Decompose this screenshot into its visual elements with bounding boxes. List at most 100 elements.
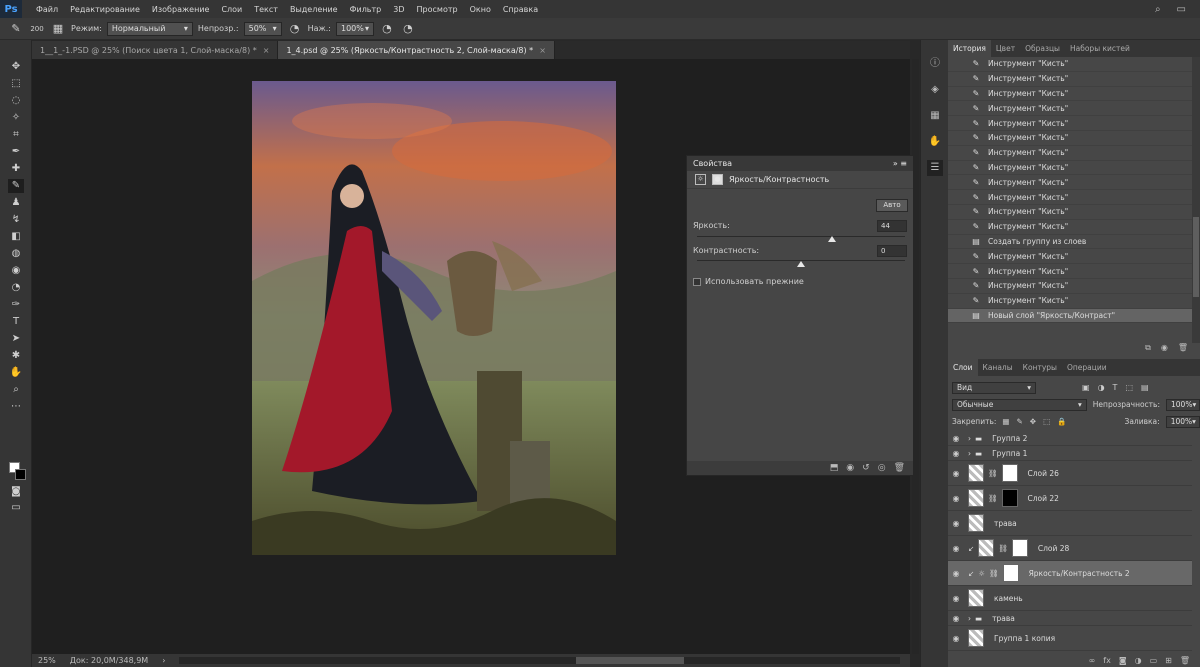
menu-item-10[interactable]: Справка xyxy=(497,5,544,14)
filter-shape-icon[interactable]: ⬚ xyxy=(1125,383,1133,392)
eye-icon[interactable]: ◉ xyxy=(948,569,964,578)
panel-menu-icon[interactable]: » ≡ xyxy=(893,159,907,168)
layer-name[interactable]: Группа 1 копия xyxy=(994,634,1055,643)
chevron-right-icon[interactable]: › xyxy=(968,614,971,623)
history-item[interactable]: ✎ Инструмент "Кисть" xyxy=(948,205,1192,220)
layer-name[interactable]: Слой 26 xyxy=(1028,469,1059,478)
move-tool-icon[interactable]: ✥ xyxy=(8,60,24,74)
history-item[interactable]: ✎ Инструмент "Кисть" xyxy=(948,116,1192,131)
close-icon[interactable]: × xyxy=(263,46,270,55)
layer-name[interactable]: камень xyxy=(994,594,1023,603)
lock-position-icon[interactable]: ✥ xyxy=(1030,417,1036,426)
layer-mask-thumbnail[interactable] xyxy=(1002,564,1019,582)
layer-row[interactable]: ◉ › ▬ Группа 2 xyxy=(948,431,1192,446)
layer-thumbnail[interactable] xyxy=(968,489,984,507)
view-previous-icon[interactable]: ◉ xyxy=(846,463,854,473)
eye-icon[interactable]: ◉ xyxy=(948,469,964,478)
menu-item-2[interactable]: Изображение xyxy=(146,5,216,14)
layer-style-icon[interactable]: fx xyxy=(1103,656,1111,665)
layer-mask-thumbnail[interactable] xyxy=(1011,539,1028,557)
character-icon[interactable]: ✋ xyxy=(927,134,943,150)
adjustment-layer-icon[interactable]: ◑ xyxy=(1135,656,1142,665)
chevron-right-icon[interactable]: › xyxy=(968,434,971,443)
layer-thumbnail[interactable] xyxy=(968,514,984,532)
history-item[interactable]: ✎ Инструмент "Кисть" xyxy=(948,249,1192,265)
history-item[interactable]: ✎ Инструмент "Кисть" xyxy=(948,101,1192,117)
eyedropper-icon[interactable]: ✒ xyxy=(8,145,24,159)
lock-all-icon[interactable]: 🔒 xyxy=(1057,417,1066,426)
filter-type-icon[interactable]: T xyxy=(1113,383,1118,392)
panel-tab-0[interactable]: История xyxy=(948,40,991,57)
layer-mask-icon[interactable]: ● xyxy=(712,174,723,185)
workspace-icon[interactable]: ▭ xyxy=(1177,4,1186,15)
eye-icon[interactable]: ◉ xyxy=(948,434,964,443)
layer-filter-select[interactable]: Вид ▾ xyxy=(952,381,1036,394)
trash-icon[interactable]: 🗑 xyxy=(1180,656,1190,665)
history-brush-icon[interactable]: ↯ xyxy=(8,213,24,227)
type-tool-icon[interactable]: T xyxy=(8,315,24,329)
properties-icon[interactable]: ☰ xyxy=(927,160,943,176)
menu-item-3[interactable]: Слои xyxy=(215,5,248,14)
menu-item-7[interactable]: 3D xyxy=(387,5,410,14)
menu-item-5[interactable]: Выделение xyxy=(284,5,344,14)
eye-icon[interactable]: ◉ xyxy=(948,594,964,603)
layer-thumbnail[interactable] xyxy=(968,629,984,647)
background-color-swatch[interactable] xyxy=(15,469,26,480)
layers-tab-1[interactable]: Каналы xyxy=(978,359,1018,376)
shape-tool-icon[interactable]: ✱ xyxy=(8,349,24,363)
info-icon[interactable]: ⓘ xyxy=(927,56,943,72)
flow-field[interactable]: 100% ▾ xyxy=(335,21,374,36)
layers-tab-3[interactable]: Операции xyxy=(1062,359,1112,376)
airbrush-icon[interactable]: ◔ xyxy=(379,22,395,35)
marquee-tool-icon[interactable]: ⬚ xyxy=(8,77,24,91)
chevron-right-icon[interactable]: › xyxy=(968,449,971,458)
eye-icon[interactable]: ◉ xyxy=(948,614,964,623)
eraser-icon[interactable]: ◧ xyxy=(8,230,24,244)
status-arrow-icon[interactable]: › xyxy=(162,656,165,665)
eye-icon[interactable]: ◉ xyxy=(948,634,964,643)
checkbox-box[interactable] xyxy=(693,277,701,286)
crop-tool-icon[interactable]: ⌗ xyxy=(8,128,24,142)
zoom-tool-icon[interactable]: ⌕ xyxy=(8,383,24,397)
menu-item-4[interactable]: Текст xyxy=(248,5,284,14)
dodge-tool-icon[interactable]: ◔ xyxy=(8,281,24,295)
paint-bucket-icon[interactable]: ◍ xyxy=(8,247,24,261)
visibility-icon[interactable]: ◎ xyxy=(878,463,886,473)
close-icon[interactable]: × xyxy=(539,46,546,55)
layer-thumbnail[interactable] xyxy=(978,539,995,557)
mode-select[interactable]: Нормальный ▾ xyxy=(106,21,193,36)
history-item[interactable]: ✎ Инструмент "Кисть" xyxy=(948,57,1192,72)
snapshot-icon[interactable]: ◉ xyxy=(1161,343,1168,355)
layer-opacity-field[interactable]: 100% ▾ xyxy=(1166,398,1200,411)
panel-tab-3[interactable]: Наборы кистей xyxy=(1065,40,1135,57)
brush-preset-icon[interactable]: 200 xyxy=(29,25,45,33)
panel-tab-2[interactable]: Образцы xyxy=(1020,40,1065,57)
zoom-level[interactable]: 25% xyxy=(38,656,56,665)
lock-pixels-icon[interactable]: ✎ xyxy=(1017,417,1023,426)
libraries-icon[interactable]: ▦ xyxy=(927,108,943,124)
quick-mask-icon[interactable]: ◙ xyxy=(8,485,24,499)
lock-transparent-icon[interactable]: ▦ xyxy=(1002,417,1009,426)
hand-tool-icon[interactable]: ✋ xyxy=(8,366,24,380)
menu-item-1[interactable]: Редактирование xyxy=(64,5,146,14)
link-layers-icon[interactable]: ∞ xyxy=(1089,656,1096,665)
layer-row[interactable]: ◉ ↙ ☼ ⛓ Яркость/Контрастность 2 xyxy=(948,561,1192,586)
new-layer-icon[interactable]: ⊞ xyxy=(1165,656,1172,665)
eye-icon[interactable]: ◉ xyxy=(948,519,964,528)
layer-row[interactable]: ◉ › ▬ трава xyxy=(948,611,1192,626)
eye-icon[interactable]: ◉ xyxy=(948,544,964,553)
history-item[interactable]: ▤ Новый слой "Яркость/Контраст" xyxy=(948,308,1192,324)
trash-icon[interactable]: 🗑 xyxy=(1178,343,1188,355)
reset-icon[interactable]: ↺ xyxy=(862,463,870,473)
history-item[interactable]: ✎ Инструмент "Кисть" xyxy=(948,87,1192,102)
history-item[interactable]: ✎ Инструмент "Кисть" xyxy=(948,146,1192,161)
more-tools-icon[interactable]: ⋯ xyxy=(8,400,24,414)
contrast-slider-thumb[interactable] xyxy=(797,261,805,267)
brightness-input[interactable]: 44 xyxy=(877,220,907,232)
brush-panel-icon[interactable]: ▦ xyxy=(50,22,66,35)
clone-stamp-icon[interactable]: ♟ xyxy=(8,196,24,210)
brush-tool-icon[interactable]: ✎ xyxy=(8,22,24,35)
layer-row[interactable]: ◉ Группа 1 копия xyxy=(948,626,1192,651)
canvas-horizontal-scrollbar[interactable] xyxy=(179,657,900,664)
layer-mask-thumbnail[interactable] xyxy=(1001,464,1018,482)
